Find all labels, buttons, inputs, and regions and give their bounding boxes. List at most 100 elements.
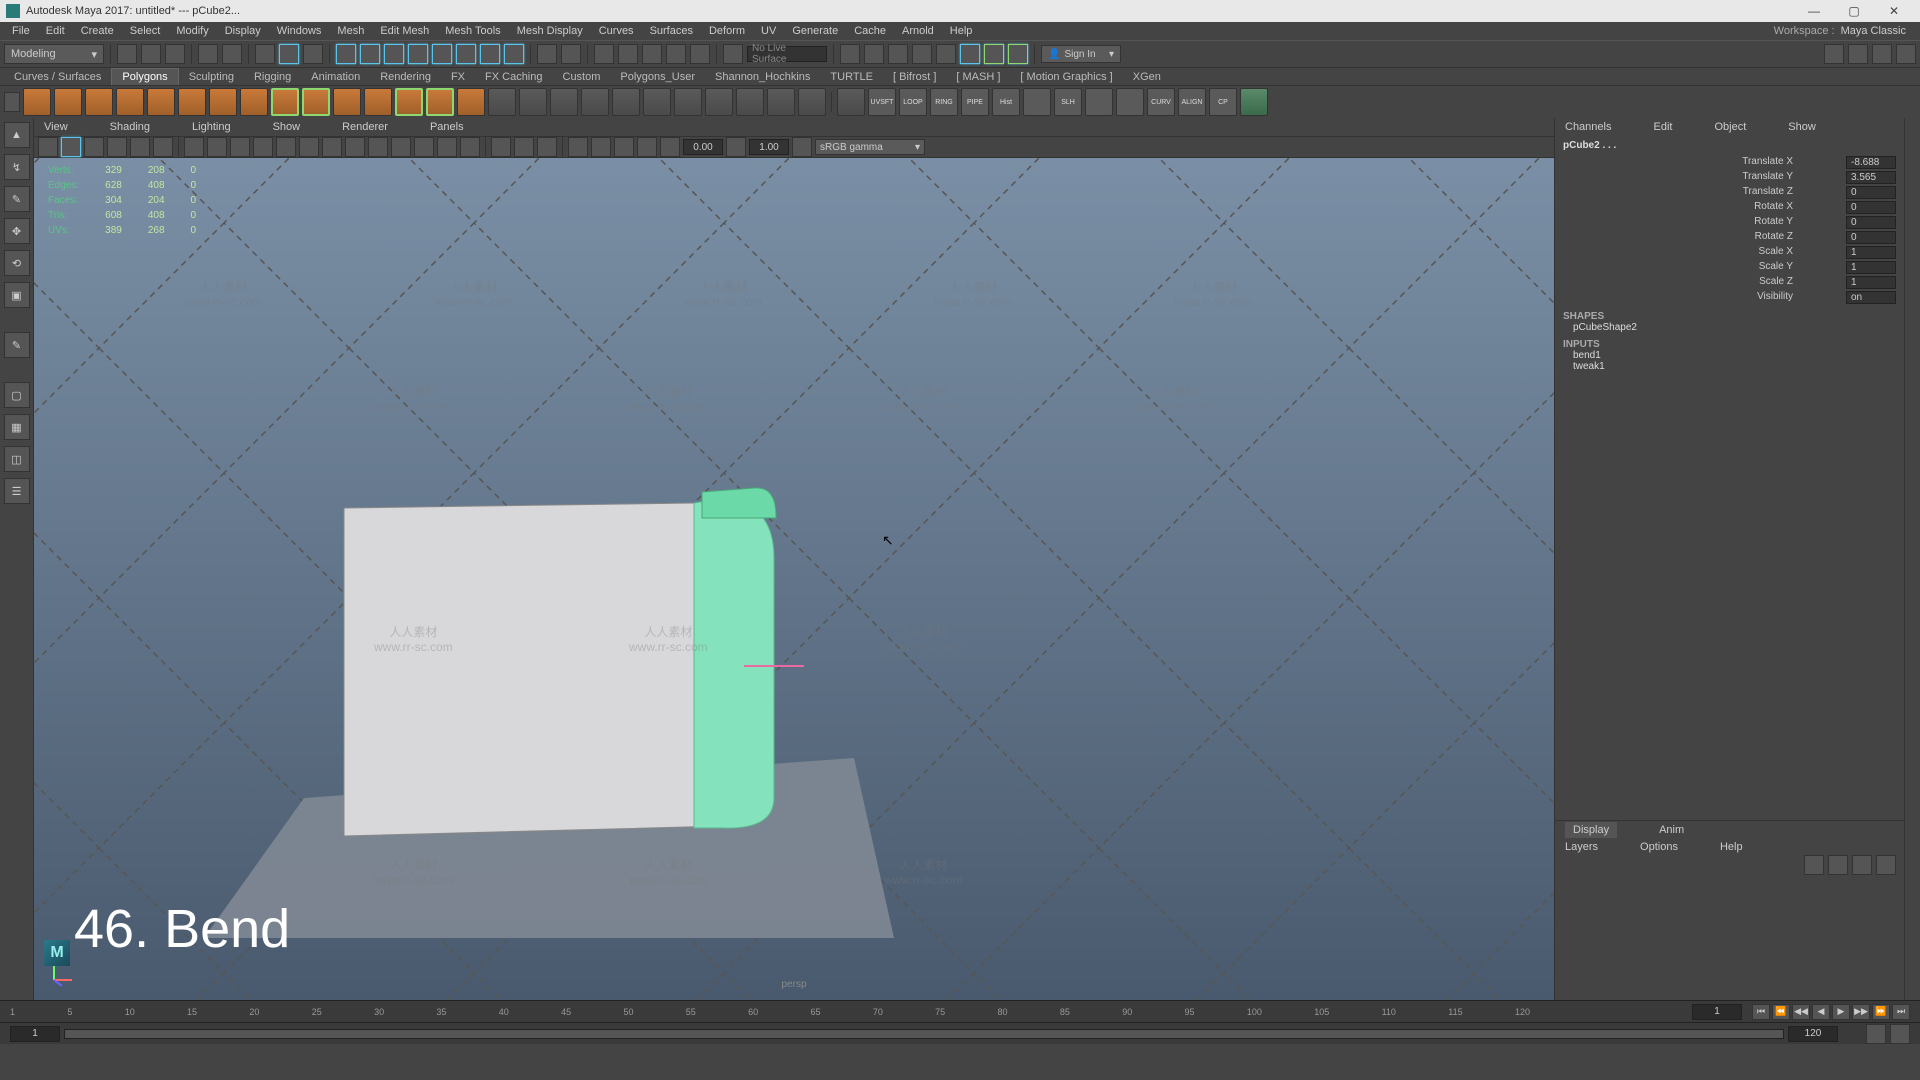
tool-settings-toggle-icon[interactable] (1848, 44, 1868, 64)
construction-history-icon[interactable] (594, 44, 614, 64)
shelf-tab-rigging[interactable]: Rigging (244, 69, 301, 85)
four-pane-icon[interactable]: ▦ (4, 414, 30, 440)
select-component-icon[interactable] (303, 44, 323, 64)
attr-translate-z[interactable]: Translate Z0 (1733, 185, 1896, 200)
shelf-tab-shannon-hochkins[interactable]: Shannon_Hochkins (705, 69, 820, 85)
redo-icon[interactable] (222, 44, 242, 64)
poly-helix-icon[interactable] (364, 88, 392, 116)
menu-set-selector[interactable]: Modeling▾ (4, 44, 104, 64)
shelf-tab--motion-graphics-[interactable]: [ Motion Graphics ] (1010, 69, 1122, 85)
grease-pencil-icon[interactable] (153, 137, 173, 157)
menu-deform[interactable]: Deform (701, 25, 753, 37)
shelf-hist-icon[interactable]: Hist (992, 88, 1020, 116)
isolate-icon[interactable] (391, 137, 411, 157)
layer-move-down-icon[interactable] (1828, 855, 1848, 875)
channel-box-toggle-icon[interactable] (1872, 44, 1892, 64)
msaa-icon[interactable] (591, 137, 611, 157)
hypershade-icon[interactable] (912, 44, 932, 64)
shadows-icon[interactable] (368, 137, 388, 157)
poly-sphere-icon[interactable] (23, 88, 51, 116)
prefs-icon[interactable] (1890, 1024, 1910, 1044)
render-sequence-icon[interactable] (1008, 44, 1028, 64)
default-light-icon[interactable] (491, 137, 511, 157)
poly-cone-icon[interactable] (116, 88, 144, 116)
panel-menu-renderer[interactable]: Renderer (342, 121, 388, 133)
layer-tab-anim[interactable]: Anim (1659, 824, 1684, 836)
layer-menu-options[interactable]: Options (1640, 841, 1678, 853)
menu-modify[interactable]: Modify (168, 25, 216, 37)
smooth-icon[interactable] (643, 88, 671, 116)
shelf-slh-icon[interactable]: SLH (1054, 88, 1082, 116)
play-back-icon[interactable]: ◀ (1812, 1004, 1830, 1020)
xray-joints-icon[interactable] (437, 137, 457, 157)
shelf-tab-sculpting[interactable]: Sculpting (179, 69, 244, 85)
resolution-gate-icon[interactable] (230, 137, 250, 157)
attr-scale-z[interactable]: Scale Z1 (1733, 275, 1896, 290)
layer-menu-layers[interactable]: Layers (1565, 841, 1598, 853)
attr-scale-x[interactable]: Scale X1 (1733, 245, 1896, 260)
render-frame-icon[interactable] (840, 44, 860, 64)
shelf-tab--mash-[interactable]: [ MASH ] (946, 69, 1010, 85)
select-tool-icon[interactable]: ▲ (4, 122, 30, 148)
attr-rotate-z[interactable]: Rotate Z0 (1733, 230, 1896, 245)
go-to-end-icon[interactable]: ⏭ (1892, 1004, 1910, 1020)
close-button[interactable]: ✕ (1874, 0, 1914, 22)
play-forward-icon[interactable]: ▶ (1832, 1004, 1850, 1020)
maximize-button[interactable]: ▢ (1834, 0, 1874, 22)
shelf-pipe-icon[interactable]: PIPE (961, 88, 989, 116)
svg-icon[interactable] (302, 88, 330, 116)
graph-editor-icon[interactable] (837, 88, 865, 116)
menu-file[interactable]: File (4, 25, 38, 37)
shelf-tab-animation[interactable]: Animation (301, 69, 370, 85)
range-slider[interactable] (0, 1022, 1920, 1044)
insert-edge-icon[interactable] (705, 88, 733, 116)
poly-plane-icon[interactable] (147, 88, 175, 116)
merge-icon[interactable] (798, 88, 826, 116)
save-scene-icon[interactable] (165, 44, 185, 64)
poly-soccer-icon[interactable] (426, 88, 454, 116)
lights-icon[interactable] (345, 137, 365, 157)
menu-cache[interactable]: Cache (846, 25, 894, 37)
menu-create[interactable]: Create (73, 25, 122, 37)
menu-surfaces[interactable]: Surfaces (642, 25, 701, 37)
layer-tab-display[interactable]: Display (1565, 822, 1617, 838)
flat-light-icon[interactable] (537, 137, 557, 157)
dof-icon[interactable] (614, 137, 634, 157)
multicut-icon[interactable] (736, 88, 764, 116)
bevel-icon[interactable] (612, 88, 640, 116)
panel-menu-show[interactable]: Show (273, 121, 301, 133)
target-weld-icon[interactable] (767, 88, 795, 116)
attribute-editor-toggle-icon[interactable] (1824, 44, 1844, 64)
camera-select-icon[interactable] (38, 137, 58, 157)
mask-handle-icon[interactable] (336, 44, 356, 64)
motion-blur-icon[interactable] (637, 137, 657, 157)
ao-icon[interactable] (568, 137, 588, 157)
shelf-tab-fx-caching[interactable]: FX Caching (475, 69, 552, 85)
minimize-button[interactable]: — (1794, 0, 1834, 22)
shelf-tab-custom[interactable]: Custom (553, 69, 611, 85)
gamma-field[interactable] (749, 139, 789, 155)
snap-curve-icon[interactable] (561, 44, 581, 64)
autokey-icon[interactable] (1866, 1024, 1886, 1044)
construction-history-toggle-icon[interactable] (618, 44, 638, 64)
attr-rotate-y[interactable]: Rotate Y0 (1733, 215, 1896, 230)
film-gate-icon[interactable] (207, 137, 227, 157)
input-node-bend[interactable]: bend1 (1563, 350, 1896, 361)
wireframe-icon[interactable] (276, 137, 296, 157)
image-plane-icon[interactable] (107, 137, 127, 157)
gamma-icon[interactable] (726, 137, 746, 157)
camera-lock-icon[interactable] (61, 137, 81, 157)
2d-pan-icon[interactable] (130, 137, 150, 157)
shelf-menu-icon[interactable] (4, 92, 20, 112)
gate-mask-icon[interactable] (253, 137, 273, 157)
attr-translate-x[interactable]: Translate X-8.688 (1733, 155, 1896, 170)
input-node-tweak[interactable]: tweak1 (1563, 361, 1896, 372)
attr-scale-y[interactable]: Scale Y1 (1733, 260, 1896, 275)
make-live-icon[interactable] (642, 44, 662, 64)
shelf-uvsft-icon[interactable]: UVSFT (868, 88, 896, 116)
channel-tab-object[interactable]: Object (1714, 121, 1746, 133)
menu-mesh[interactable]: Mesh (329, 25, 372, 37)
channel-tab-channels[interactable]: Channels (1565, 121, 1611, 133)
playblast-icon[interactable] (984, 44, 1004, 64)
separate-icon[interactable] (519, 88, 547, 116)
